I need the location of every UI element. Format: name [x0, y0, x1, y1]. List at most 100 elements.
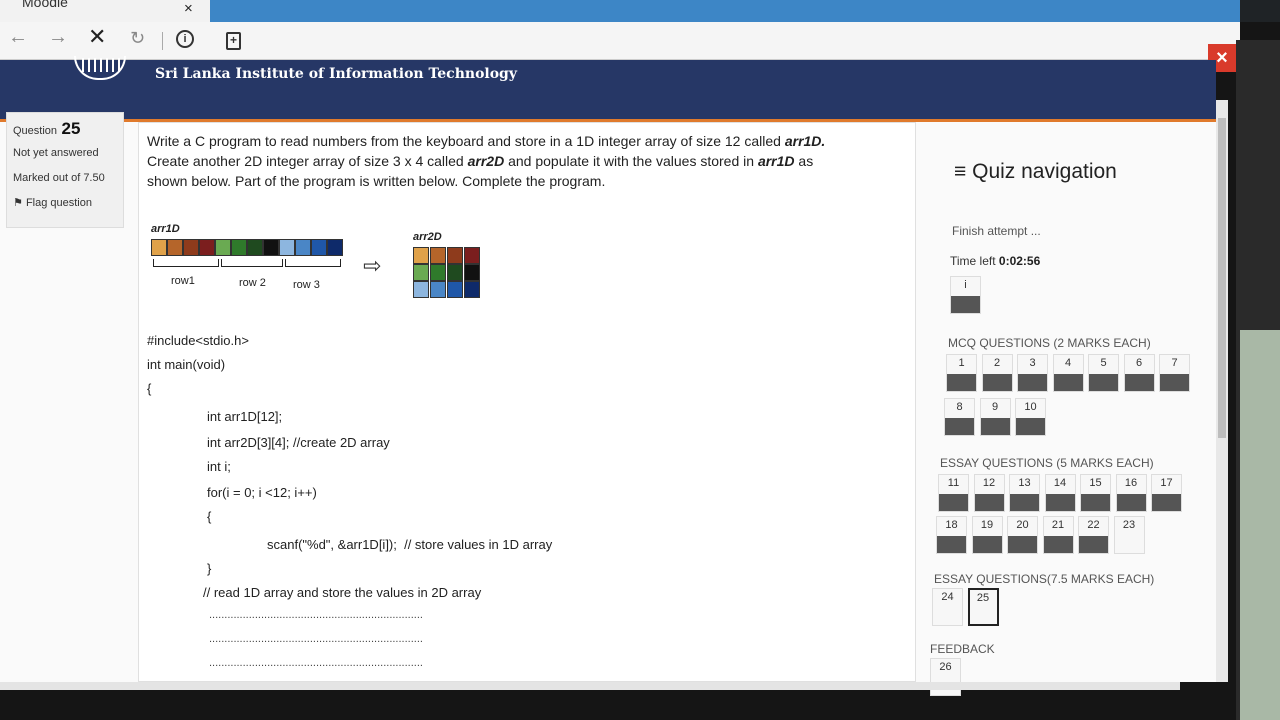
- arr1d-cell: [279, 239, 295, 256]
- forward-arrow-icon[interactable]: →: [48, 26, 68, 49]
- question-line-2a: Create another 2D integer array of size …: [147, 153, 468, 169]
- question-nav-number: 12: [982, 477, 996, 489]
- site-header: Sri Lanka Institute of Information Techn…: [0, 56, 1216, 122]
- question-nav-button[interactable]: 1: [946, 354, 977, 392]
- arr1d-cell: [295, 239, 311, 256]
- question-nav-button[interactable]: 4: [1052, 354, 1084, 392]
- question-nav-number: 5: [1100, 357, 1107, 369]
- page-add-icon[interactable]: +: [226, 32, 241, 50]
- stop-icon[interactable]: ✕: [88, 24, 106, 50]
- question-nav-button[interactable]: 18: [936, 516, 967, 554]
- answer-blank-3[interactable]: ........................................…: [209, 657, 423, 669]
- question-nav-button[interactable]: 21: [1042, 516, 1074, 554]
- state-bar: [1116, 494, 1146, 511]
- arr2d-cell: [464, 247, 480, 264]
- code-line: }: [207, 561, 212, 576]
- question-nav-button[interactable]: 19: [971, 516, 1003, 554]
- question-nav-number: 10: [1024, 401, 1037, 413]
- code-line: int arr1D[12];: [207, 409, 283, 424]
- state-bar: [1079, 536, 1108, 553]
- question-nav-button[interactable]: 7: [1159, 354, 1190, 392]
- code-line: #include<stdio.h>: [147, 333, 249, 348]
- time-left: Time left 0:02:56: [950, 254, 1040, 268]
- question-nav-button[interactable]: 13: [1009, 474, 1040, 512]
- question-nav-button[interactable]: 8: [944, 398, 975, 436]
- code-line: for(i = 0; i <12; i++): [207, 485, 317, 500]
- question-nav-button[interactable]: 12: [973, 474, 1005, 512]
- state-bar: [1045, 494, 1075, 511]
- state-bar: [1043, 536, 1073, 553]
- screen: Moodle × ← → ✕ ↻ i + × Sri Lanka Institu…: [0, 0, 1280, 720]
- question-nav-button[interactable]: 6: [1123, 354, 1155, 392]
- site-name[interactable]: Sri Lanka Institute of Information Techn…: [155, 66, 517, 82]
- question-nav-button[interactable]: 20: [1007, 516, 1038, 554]
- finish-attempt-link[interactable]: Finish attempt ...: [952, 224, 1041, 238]
- question-nav-button[interactable]: 15: [1080, 474, 1111, 512]
- question-nav-button[interactable]: 16: [1115, 474, 1147, 512]
- question-nav-number: 3: [1029, 357, 1036, 369]
- question-nav-button[interactable]: 10: [1015, 398, 1046, 436]
- question-nav-button[interactable]: 25: [967, 588, 999, 626]
- question-nav-number: 19: [980, 519, 994, 531]
- question-nav-button[interactable]: 26: [930, 658, 961, 696]
- answer-blank-2[interactable]: ........................................…: [209, 633, 423, 645]
- row1-brace: [153, 259, 219, 267]
- scrollbar-thumb[interactable]: [1218, 118, 1226, 438]
- question-info-panel: Question 25 Not yet answered Marked out …: [6, 112, 124, 228]
- state-bar: [1089, 374, 1118, 391]
- reload-icon[interactable]: ↻: [130, 28, 145, 49]
- state-bar: [1124, 374, 1154, 391]
- question-nav-button[interactable]: 11: [938, 474, 969, 512]
- arr1d-cell: [327, 239, 343, 256]
- question-nav-button[interactable]: 2: [981, 354, 1013, 392]
- row3-label: row 3: [293, 279, 320, 291]
- state-bar: [945, 418, 974, 435]
- question-nav-button[interactable]: 22: [1078, 516, 1109, 554]
- question-nav-number: 20: [1016, 519, 1029, 531]
- arr1d-cell: [151, 239, 167, 256]
- question-nav-button[interactable]: 24: [932, 588, 963, 626]
- address-bar: ← → ✕ ↻ i +: [0, 22, 1240, 60]
- code-line: int i;: [207, 459, 231, 474]
- back-arrow-icon[interactable]: ←: [8, 26, 28, 49]
- state-bar: [1152, 494, 1181, 511]
- browser-tab[interactable]: Moodle ×: [0, 0, 210, 22]
- question-nav-button[interactable]: 14: [1044, 474, 1076, 512]
- arr1d-name-2: arr1D: [757, 153, 795, 169]
- state-bar: [1081, 494, 1110, 511]
- question-nav-button[interactable]: 3: [1017, 354, 1048, 392]
- question-nav-button[interactable]: 23: [1113, 516, 1145, 554]
- question-nav-button[interactable]: 17: [1151, 474, 1182, 512]
- state-bar: [951, 296, 980, 313]
- question-nav-button[interactable]: 9: [979, 398, 1011, 436]
- arr1d-label: arr1D: [151, 223, 180, 235]
- flag-question-button[interactable]: ⚑ Flag question: [13, 196, 117, 209]
- question-nav-number: 11: [947, 477, 960, 489]
- arr2d-name: arr2D: [467, 153, 505, 169]
- state-bar: [939, 494, 968, 511]
- quiz-navigation-label: Quiz navigation: [972, 160, 1117, 183]
- info-page-button[interactable]: i: [950, 276, 981, 314]
- time-left-value: 0:02:56: [998, 254, 1041, 268]
- logo-icon[interactable]: [74, 56, 126, 80]
- question-nav-number: 18: [945, 519, 958, 531]
- state-bar: [1160, 374, 1189, 391]
- info-icon[interactable]: i: [176, 30, 194, 48]
- horizontal-scrollbar[interactable]: [0, 682, 1180, 690]
- question-nav-number: 21: [1051, 519, 1065, 531]
- row3-brace: [285, 259, 341, 267]
- question-line-2c: as: [794, 153, 814, 169]
- question-nav-number: 4: [1064, 357, 1072, 369]
- question-nav-number: 14: [1053, 477, 1067, 489]
- arr2d-cell: [447, 264, 463, 281]
- tab-close-icon[interactable]: ×: [184, 0, 193, 17]
- flag-question-label: Flag question: [25, 197, 92, 209]
- code-line: // read 1D array and store the values in…: [203, 585, 482, 600]
- quiz-navigation-title: ≡ Quiz navigation: [954, 160, 1117, 184]
- arr2d-cell: [413, 281, 429, 298]
- answer-blank-1[interactable]: ........................................…: [209, 609, 423, 621]
- row1-label: row1: [171, 275, 195, 287]
- tab-title: Moodle: [22, 0, 68, 10]
- essay75-section-label: ESSAY QUESTIONS(7.5 MARKS EACH): [934, 572, 1155, 586]
- question-nav-button[interactable]: 5: [1088, 354, 1119, 392]
